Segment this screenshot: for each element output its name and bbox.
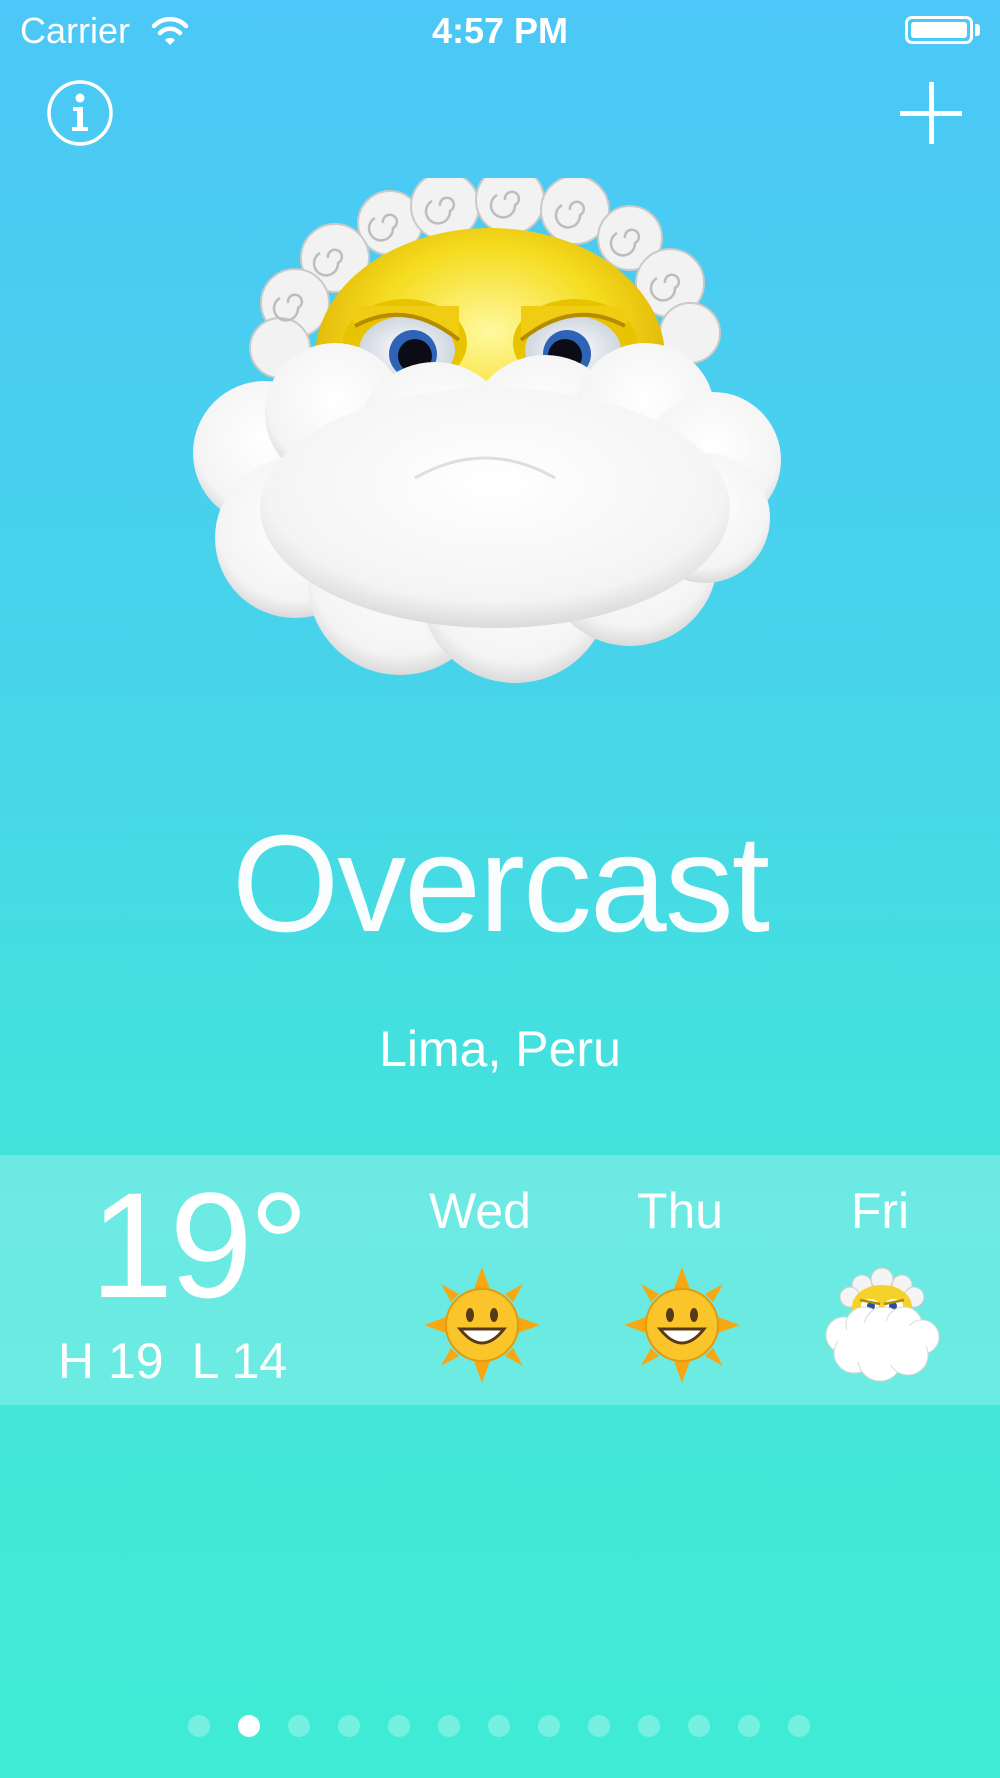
plus-icon [900,82,962,144]
sunny-smiley-icon [624,1267,740,1383]
low-temperature: L 14 [191,1333,288,1389]
page-dot[interactable] [338,1715,360,1737]
forecast-day-fri: Fri [850,1183,910,1239]
add-location-button[interactable] [898,80,964,146]
current-temperature: 19° [90,1161,309,1329]
page-dot[interactable] [288,1715,310,1737]
forecast-day-wed: Wed [429,1183,531,1239]
weather-screen: Carrier 4:57 PM Overcast Lima, Peru 19° … [0,0,1000,1778]
location-label: Lima, Peru [379,1021,621,1077]
status-time: 4:57 PM [431,10,569,51]
sunny-smiley-icon [424,1267,540,1383]
page-dot[interactable] [438,1715,460,1737]
forecast-day-thu: Thu [636,1183,724,1239]
page-dot[interactable] [238,1715,260,1737]
battery-icon [905,16,973,44]
info-button[interactable] [46,79,114,147]
overcast-cloud-face-icon [193,178,781,683]
page-dot[interactable] [788,1715,810,1737]
condition-label: Overcast [231,807,770,961]
page-dot[interactable] [688,1715,710,1737]
page-dot[interactable] [188,1715,210,1737]
page-dot[interactable] [488,1715,510,1737]
high-temperature: H 19 [58,1333,164,1389]
page-dot[interactable] [738,1715,760,1737]
battery-tip [975,24,980,36]
high-low-temperature: H 19 L 14 [58,1332,315,1390]
page-dot[interactable] [638,1715,660,1737]
page-dot[interactable] [588,1715,610,1737]
info-icon [47,80,113,146]
page-dot[interactable] [538,1715,560,1737]
page-dot[interactable] [388,1715,410,1737]
overcast-cloud-face-icon [825,1267,940,1382]
status-bar: Carrier 4:57 PM [0,0,1000,64]
